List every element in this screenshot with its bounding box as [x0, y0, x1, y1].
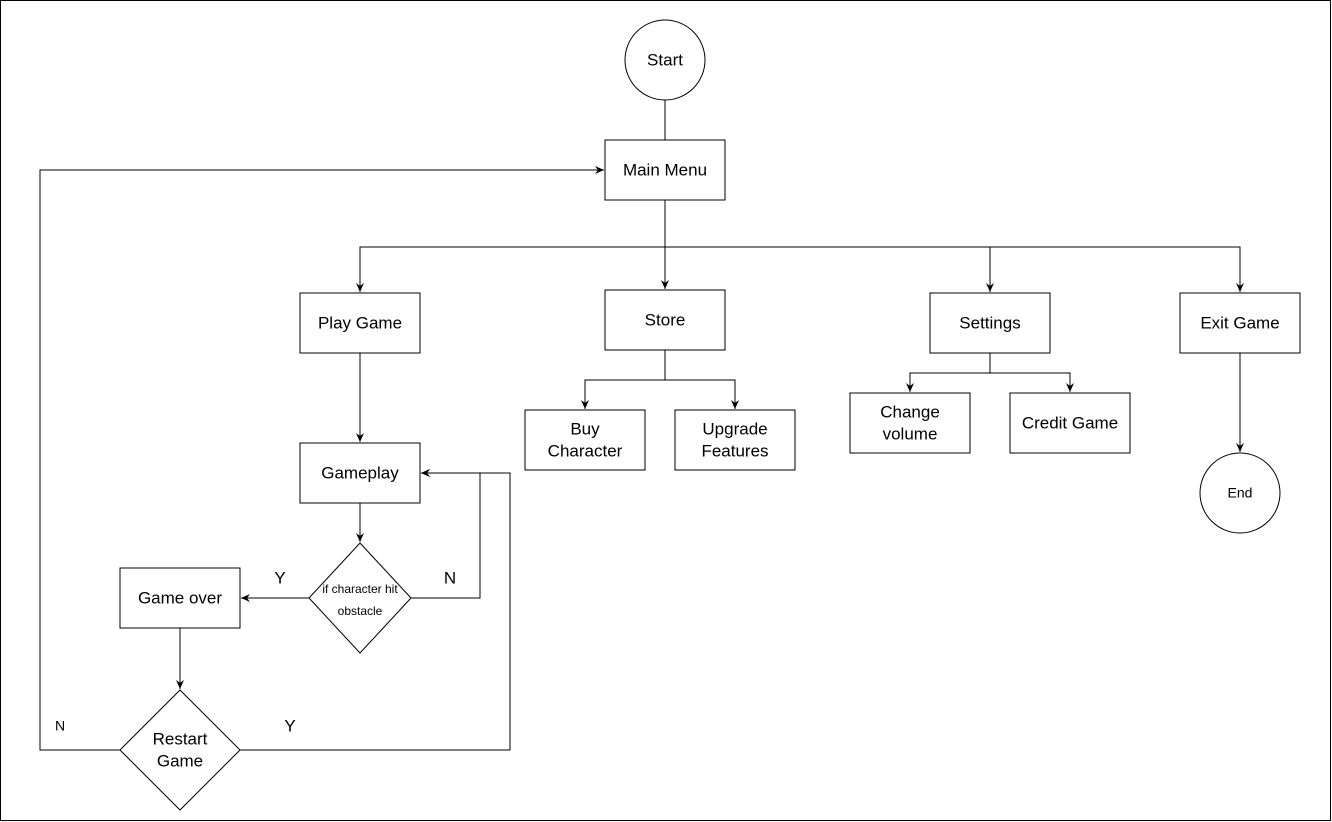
node-label: Main Menu [623, 160, 707, 179]
node-label: Features [701, 441, 768, 460]
flowchart: Start Main Menu Play Game Store Settings… [0, 0, 1331, 821]
node-label: Restart [153, 729, 208, 748]
node-settings: Settings [929, 292, 1051, 354]
node-buy-character: Buy Character [524, 409, 646, 471]
node-label: Credit Game [1022, 413, 1118, 432]
node-label: Start [647, 50, 683, 69]
edge-menu-settings [665, 246, 994, 292]
edge-menu-exit [990, 246, 1244, 292]
edge-settings-volume [906, 353, 991, 392]
edge-menu-play [356, 200, 666, 292]
node-start: Start [624, 19, 706, 101]
node-game-over: Game over [119, 567, 241, 629]
node-label: obstacle [338, 604, 383, 618]
edge-label-restart-yes: Y [284, 716, 295, 735]
node-change-volume: Change volume [849, 392, 971, 454]
node-end: End [1199, 452, 1281, 534]
node-restart-game-decision: Restart Game [119, 689, 241, 811]
edge-store-upgrade [665, 379, 739, 409]
node-store: Store [604, 289, 726, 351]
node-label: Gameplay [321, 463, 399, 482]
node-credit-game: Credit Game [1009, 392, 1131, 454]
node-gameplay: Gameplay [299, 442, 421, 504]
node-label: Upgrade [702, 419, 767, 438]
node-label: Store [645, 310, 686, 329]
node-label: End [1228, 485, 1253, 501]
node-play-game: Play Game [299, 292, 421, 354]
edge-label-restart-no: N [55, 718, 65, 734]
edge-settings-credit [990, 372, 1074, 392]
node-label: Settings [959, 313, 1020, 332]
node-label: Game over [138, 588, 222, 607]
edge-label-hit-yes: Y [274, 568, 285, 587]
edge-store-buy [581, 350, 666, 409]
node-upgrade-features: Upgrade Features [674, 409, 796, 471]
node-exit-game: Exit Game [1179, 292, 1301, 354]
node-label: Exit Game [1200, 313, 1279, 332]
node-label: Play Game [318, 313, 402, 332]
node-label: if character hit [322, 582, 398, 596]
node-label: Change [880, 402, 940, 421]
node-label: Character [548, 441, 623, 460]
edge-label-hit-no: N [444, 568, 456, 587]
node-main-menu: Main Menu [604, 139, 726, 201]
node-label: Buy [570, 419, 600, 438]
node-hit-obstacle-decision: if character hit obstacle [308, 542, 412, 654]
node-label: Game [157, 751, 203, 770]
node-label: volume [883, 424, 938, 443]
